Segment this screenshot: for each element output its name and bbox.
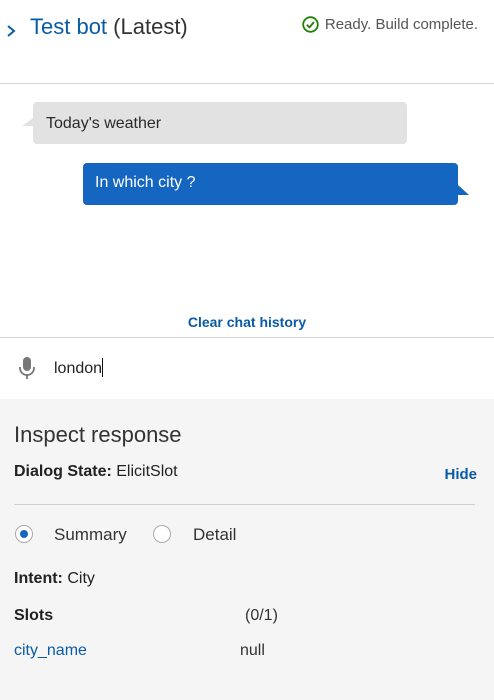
chat-panel: Today's weather In which city ? Clear ch… [0, 84, 494, 337]
summary-radio[interactable] [15, 525, 33, 543]
divider [14, 504, 475, 505]
detail-radio-label[interactable]: Detail [193, 525, 236, 545]
dialog-state: Dialog State: ElicitSlot [14, 463, 178, 481]
intent-label: Intent: [14, 570, 63, 587]
bot-message-bubble: In which city ? [83, 163, 469, 205]
inspect-response-title: Inspect response [14, 422, 182, 447]
intent-value: City [67, 570, 95, 587]
bot-name: Test bot [30, 14, 108, 39]
text-caret [102, 358, 104, 377]
slot-value: null [240, 642, 265, 659]
clear-chat-history-link[interactable]: Clear chat history [0, 314, 494, 330]
dialog-state-label: Dialog State: [14, 463, 112, 480]
build-status: Ready. Build complete. [302, 16, 478, 33]
test-bot-header: Test bot (Latest) Ready. Build complete. [0, 0, 494, 84]
status-text: Ready. Build complete. [324, 16, 478, 33]
slots-count: (0/1) [245, 607, 278, 624]
chevron-right-icon[interactable] [4, 20, 18, 40]
dialog-state-value: ElicitSlot [116, 463, 178, 480]
user-message-bubble: Today's weather [22, 102, 407, 144]
slots-label: Slots [14, 607, 54, 624]
page-title: Test bot (Latest) [30, 14, 188, 40]
chat-input-value: london [54, 360, 103, 377]
intent: Intent: City [14, 570, 95, 588]
summary-radio-label[interactable]: Summary [54, 525, 127, 545]
chat-input-row: london [0, 337, 494, 400]
bot-version: (Latest) [113, 14, 188, 39]
slot-name-link[interactable]: city_name [14, 642, 87, 660]
check-circle-icon [302, 16, 319, 33]
microphone-icon[interactable] [18, 356, 36, 380]
inspect-response-panel: Inspect response Dialog State: ElicitSlo… [0, 399, 494, 700]
detail-radio[interactable] [153, 525, 171, 543]
chat-input[interactable]: london [54, 358, 454, 378]
hide-link[interactable]: Hide [444, 466, 477, 483]
